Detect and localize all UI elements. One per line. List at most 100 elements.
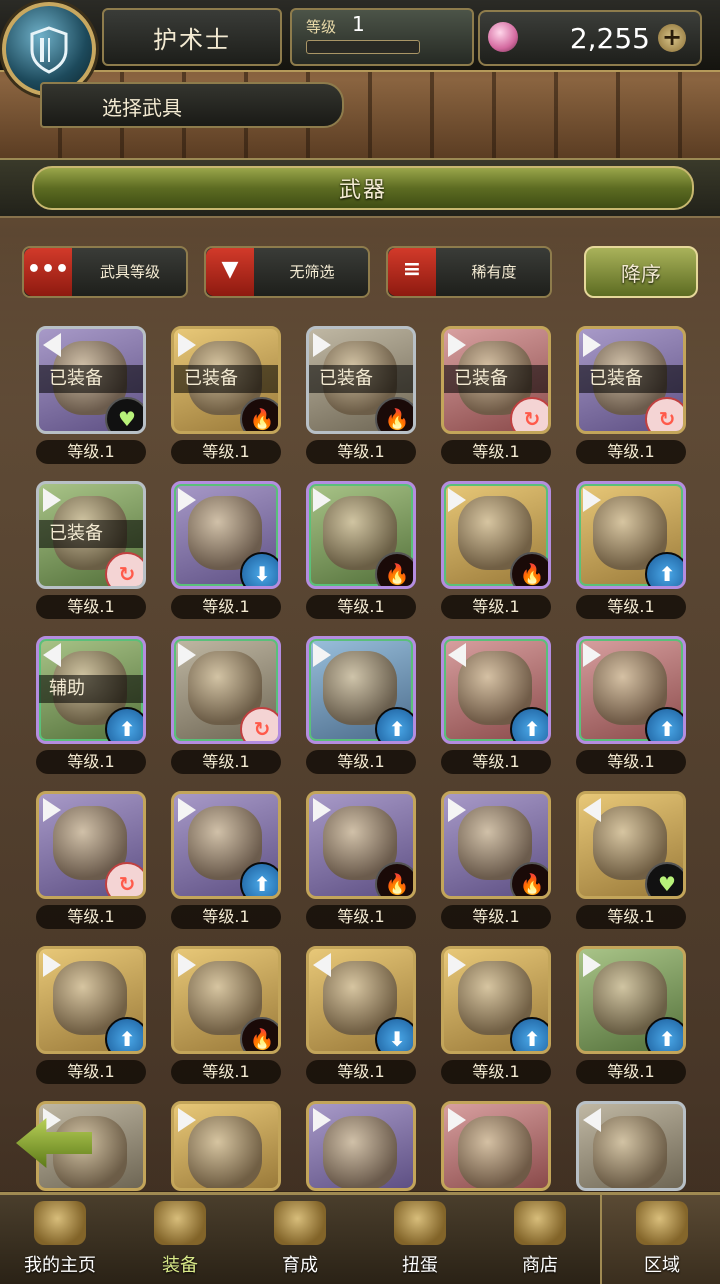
up-icon: ⬆ <box>510 1017 548 1051</box>
weapon-slot[interactable]: 已装备 🔥 等级.1 <box>306 326 416 466</box>
weapon-card[interactable] <box>171 1101 281 1191</box>
rarity-label: 稀有度 <box>471 263 517 281</box>
rarity-sort[interactable]: ≡ 稀有度 <box>386 246 552 298</box>
weapon-slot[interactable]: ⬆ 等级.1 <box>306 636 416 776</box>
weapon-slot[interactable]: 🔥 等级.1 <box>306 481 416 621</box>
weapon-level: 等级.1 <box>576 750 686 774</box>
nav-shop[interactable]: 商店 <box>480 1195 600 1284</box>
add-gems-button[interactable]: + <box>658 24 686 52</box>
weapon-slot[interactable]: ↻ 等级.1 <box>171 636 281 776</box>
weapon-slot[interactable]: 🔥 等级.1 <box>441 791 551 931</box>
select-arrow-icon <box>448 488 466 512</box>
weapon-card[interactable]: 🔥 <box>441 791 551 899</box>
descending-order-button[interactable]: 降序 <box>584 246 698 298</box>
weapon-slot[interactable]: ♥ 等级.1 <box>576 791 686 931</box>
more-icon: ••• <box>24 248 72 296</box>
weapon-card[interactable] <box>306 1101 416 1191</box>
weapon-card[interactable]: ↻ <box>36 791 146 899</box>
weapon-level: 等级.1 <box>306 440 416 464</box>
weapon-card[interactable]: 🔥 <box>306 481 416 589</box>
weapon-slot[interactable]: 🔥 等级.1 <box>171 946 281 1086</box>
weapon-slot[interactable]: 已装备 ↻ 等级.1 <box>441 326 551 466</box>
weapon-slot[interactable]: ⬆ 等级.1 <box>36 946 146 1086</box>
weapon-card[interactable]: 🔥 <box>441 481 551 589</box>
weapon-level: 等级.1 <box>306 905 416 929</box>
nav-gacha[interactable]: 扭蛋 <box>360 1195 480 1284</box>
weapon-card[interactable]: ⬆ <box>576 636 686 744</box>
weapon-slot[interactable]: 🔥 等级.1 <box>441 481 551 621</box>
weapon-slot[interactable]: 🔥 等级.1 <box>306 791 416 931</box>
weapon-card[interactable]: ⬆ <box>441 636 551 744</box>
level-label: 等级 <box>306 18 337 36</box>
nav-home[interactable]: 我的主页 <box>0 1195 120 1284</box>
weapon-card[interactable]: ♥ <box>576 791 686 899</box>
weapon-level: 等级.1 <box>171 905 281 929</box>
class-name: 护术士 <box>102 8 282 66</box>
fire-icon: 🔥 <box>510 552 548 586</box>
nav-area-label: 区域 <box>644 1255 680 1276</box>
weapon-slot[interactable]: 已装备 ↻ 等级.1 <box>576 326 686 466</box>
weapon-card[interactable]: ↻ <box>171 636 281 744</box>
select-arrow-icon <box>583 333 601 357</box>
weapon-slot[interactable]: ⬇ 等级.1 <box>171 481 281 621</box>
weapon-slot[interactable]: ⬆ 等级.1 <box>171 791 281 931</box>
heart-icon: ♥ <box>105 397 143 431</box>
fire-icon: 🔥 <box>240 397 278 431</box>
weapon-level: 等级.1 <box>171 750 281 774</box>
filter-button[interactable]: ▼ 无筛选 <box>204 246 370 298</box>
weapon-slot[interactable]: 已装备 🔥 等级.1 <box>171 326 281 466</box>
weapon-card[interactable]: ⬆ <box>306 636 416 744</box>
shield-icon <box>30 26 68 74</box>
weapon-slot[interactable]: ↻ 等级.1 <box>36 791 146 931</box>
sort-level-filter[interactable]: ••• 武具等级 <box>22 246 188 298</box>
weapon-icon <box>593 1116 667 1188</box>
nav-equipment[interactable]: 装备 <box>120 1195 240 1284</box>
scroll-icon <box>34 1201 86 1245</box>
weapon-tab[interactable]: 武器 <box>32 166 694 210</box>
weapon-card[interactable]: ⬆ <box>576 946 686 1054</box>
weapon-card[interactable]: 🔥 <box>306 791 416 899</box>
funnel-icon: ▼ <box>206 248 254 296</box>
weapon-card[interactable]: ⬆ <box>576 481 686 589</box>
fire-icon: 🔥 <box>375 862 413 896</box>
select-arrow-icon <box>313 1108 331 1132</box>
weapon-card[interactable]: ⬆ <box>171 791 281 899</box>
weapon-level: 等级.1 <box>576 905 686 929</box>
weapon-card[interactable]: 已装备 ↻ <box>576 326 686 434</box>
up-icon: ⬆ <box>510 707 548 741</box>
weapon-card[interactable]: 已装备 ↻ <box>36 481 146 589</box>
select-arrow-icon <box>448 953 466 977</box>
weapon-slot[interactable]: ⬆ 等级.1 <box>441 946 551 1086</box>
weapon-slot[interactable]: ⬆ 等级.1 <box>441 636 551 776</box>
weapon-slot[interactable]: ⬆ 等级.1 <box>576 481 686 621</box>
weapon-card[interactable]: 已装备 ↻ <box>441 326 551 434</box>
weapon-slot[interactable]: 辅助 ⬆ 等级.1 <box>36 636 146 776</box>
weapon-card[interactable] <box>441 1101 551 1191</box>
exp-bar <box>306 40 420 54</box>
weapon-slot[interactable]: ⬆ 等级.1 <box>576 946 686 1086</box>
nav-train[interactable]: 育成 <box>240 1195 360 1284</box>
nav-area[interactable]: 区域 <box>600 1195 720 1284</box>
weapon-card[interactable]: 🔥 <box>171 946 281 1054</box>
weapon-card[interactable]: ⬇ <box>306 946 416 1054</box>
weapon-card[interactable]: 已装备 🔥 <box>306 326 416 434</box>
select-arrow-icon <box>583 643 601 667</box>
weapon-level: 等级.1 <box>441 595 551 619</box>
weapon-slot[interactable]: 已装备 ↻ 等级.1 <box>36 481 146 621</box>
weapon-card[interactable]: ⬇ <box>171 481 281 589</box>
weapon-card[interactable]: 已装备 ♥ <box>36 326 146 434</box>
select-arrow-icon <box>43 643 61 667</box>
weapon-slot[interactable]: ⬇ 等级.1 <box>306 946 416 1086</box>
sword-icon <box>274 1201 326 1245</box>
heart-icon: ♥ <box>645 862 683 896</box>
equipped-label: 已装备 <box>39 365 143 393</box>
weapon-card[interactable]: ⬆ <box>36 946 146 1054</box>
weapon-card[interactable]: ⬆ <box>441 946 551 1054</box>
swirl-icon: ↻ <box>240 707 278 741</box>
nav-train-label: 育成 <box>282 1255 318 1276</box>
weapon-card[interactable]: 辅助 ⬆ <box>36 636 146 744</box>
weapon-slot[interactable]: ⬆ 等级.1 <box>576 636 686 776</box>
weapon-slot[interactable]: 已装备 ♥ 等级.1 <box>36 326 146 466</box>
weapon-card[interactable] <box>576 1101 686 1191</box>
weapon-card[interactable]: 已装备 🔥 <box>171 326 281 434</box>
